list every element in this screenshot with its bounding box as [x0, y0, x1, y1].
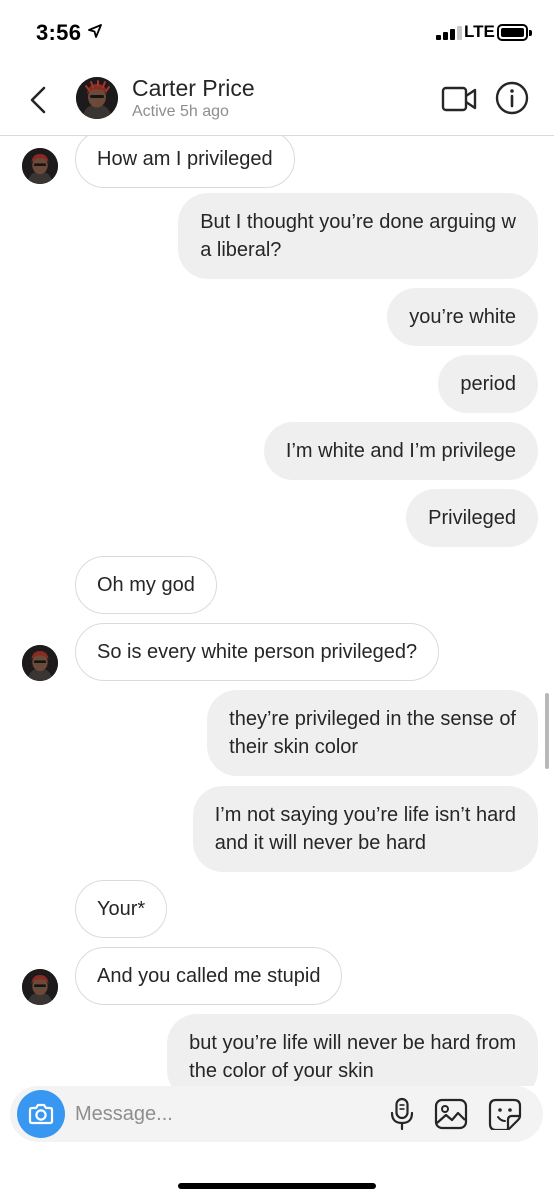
incoming-message[interactable]: Oh my god	[75, 556, 217, 614]
info-icon[interactable]	[494, 80, 530, 116]
message-line: they’re privileged in the sense of	[229, 708, 516, 730]
sender-avatar[interactable]	[22, 969, 58, 1005]
video-call-icon[interactable]	[440, 82, 478, 116]
incoming-message[interactable]: So is every white person privileged?	[75, 623, 440, 681]
signal-strength-icon	[436, 26, 462, 40]
sender-avatar[interactable]	[22, 645, 58, 681]
outgoing-message[interactable]: but you’re life will never be hard from …	[167, 1014, 538, 1086]
gallery-icon[interactable]	[434, 1098, 468, 1130]
chat-header: Carter Price Active 5h ago	[0, 64, 554, 136]
camera-button[interactable]	[17, 1090, 65, 1138]
sender-avatar[interactable]	[22, 148, 58, 184]
message-composer	[10, 1086, 543, 1142]
message-line: But I thought you’re done arguing w	[200, 211, 516, 233]
outgoing-message[interactable]: I’m not saying you’re life isn’t hard an…	[192, 786, 538, 872]
thread-scrollbar[interactable]	[545, 693, 549, 769]
contact-name[interactable]: Carter Price	[132, 75, 255, 102]
message-line: but you’re life will never be hard from	[189, 1032, 516, 1054]
status-bar: 3:56 LTE	[0, 0, 554, 64]
message-line: and it will never be hard	[214, 832, 426, 854]
microphone-icon[interactable]	[388, 1097, 416, 1131]
home-indicator[interactable]	[178, 1183, 376, 1189]
message-input[interactable]	[75, 1100, 375, 1128]
incoming-message[interactable]: How am I privileged	[75, 136, 295, 188]
contact-active-status: Active 5h ago	[132, 103, 229, 120]
status-time: 3:56	[36, 20, 82, 45]
battery-icon	[497, 24, 532, 41]
message-line: their skin color	[229, 736, 359, 758]
outgoing-message[interactable]: But I thought you’re done arguing w a li…	[178, 193, 538, 279]
back-chevron-icon[interactable]	[22, 80, 56, 120]
location-arrow-icon	[88, 24, 102, 38]
message-thread[interactable]: How am I privileged But I thought you’re…	[0, 136, 554, 1086]
message-line: I’m not saying you’re life isn’t hard	[214, 804, 516, 826]
sticker-icon[interactable]	[488, 1098, 522, 1130]
outgoing-message[interactable]: I’m white and I’m privilege	[263, 422, 538, 480]
message-line: a liberal?	[200, 239, 282, 261]
camera-icon	[28, 1103, 54, 1125]
incoming-message[interactable]: Your*	[75, 880, 168, 938]
contact-avatar[interactable]	[76, 77, 118, 119]
outgoing-message[interactable]: they’re privileged in the sense of their…	[207, 690, 538, 776]
outgoing-message[interactable]: period	[438, 355, 538, 413]
incoming-message[interactable]: And you called me stupid	[75, 947, 343, 1005]
message-line: the color of your skin	[189, 1060, 374, 1082]
outgoing-message[interactable]: Privileged	[406, 489, 538, 547]
network-type: LTE	[464, 22, 495, 41]
outgoing-message[interactable]: you’re white	[387, 288, 538, 346]
